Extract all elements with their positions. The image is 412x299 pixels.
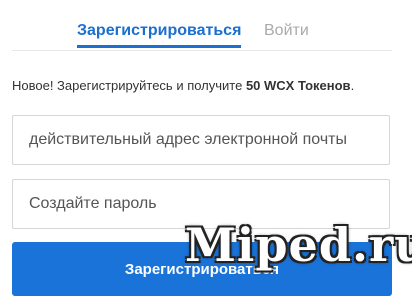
promo-text-after: .	[350, 78, 355, 93]
promo-text-before: Новое! Зарегистрируйтесь и получите	[12, 78, 246, 93]
email-field-wrapper	[12, 115, 390, 165]
tab-register[interactable]: Зарегистрироваться	[77, 22, 241, 40]
promo-highlight: 50 WCX Токенов	[245, 78, 351, 93]
register-button[interactable]: Зарегистрироваться	[12, 242, 392, 296]
auth-tabs: Зарегистрироваться Войти	[12, 0, 392, 51]
tab-login[interactable]: Войти	[264, 22, 309, 40]
active-tab-indicator	[77, 45, 241, 48]
email-field[interactable]	[13, 116, 389, 164]
password-field[interactable]	[13, 180, 389, 228]
promo-text: Новое! Зарегистрируйтесь и получите 50 W…	[12, 78, 354, 93]
password-field-wrapper	[12, 179, 390, 229]
